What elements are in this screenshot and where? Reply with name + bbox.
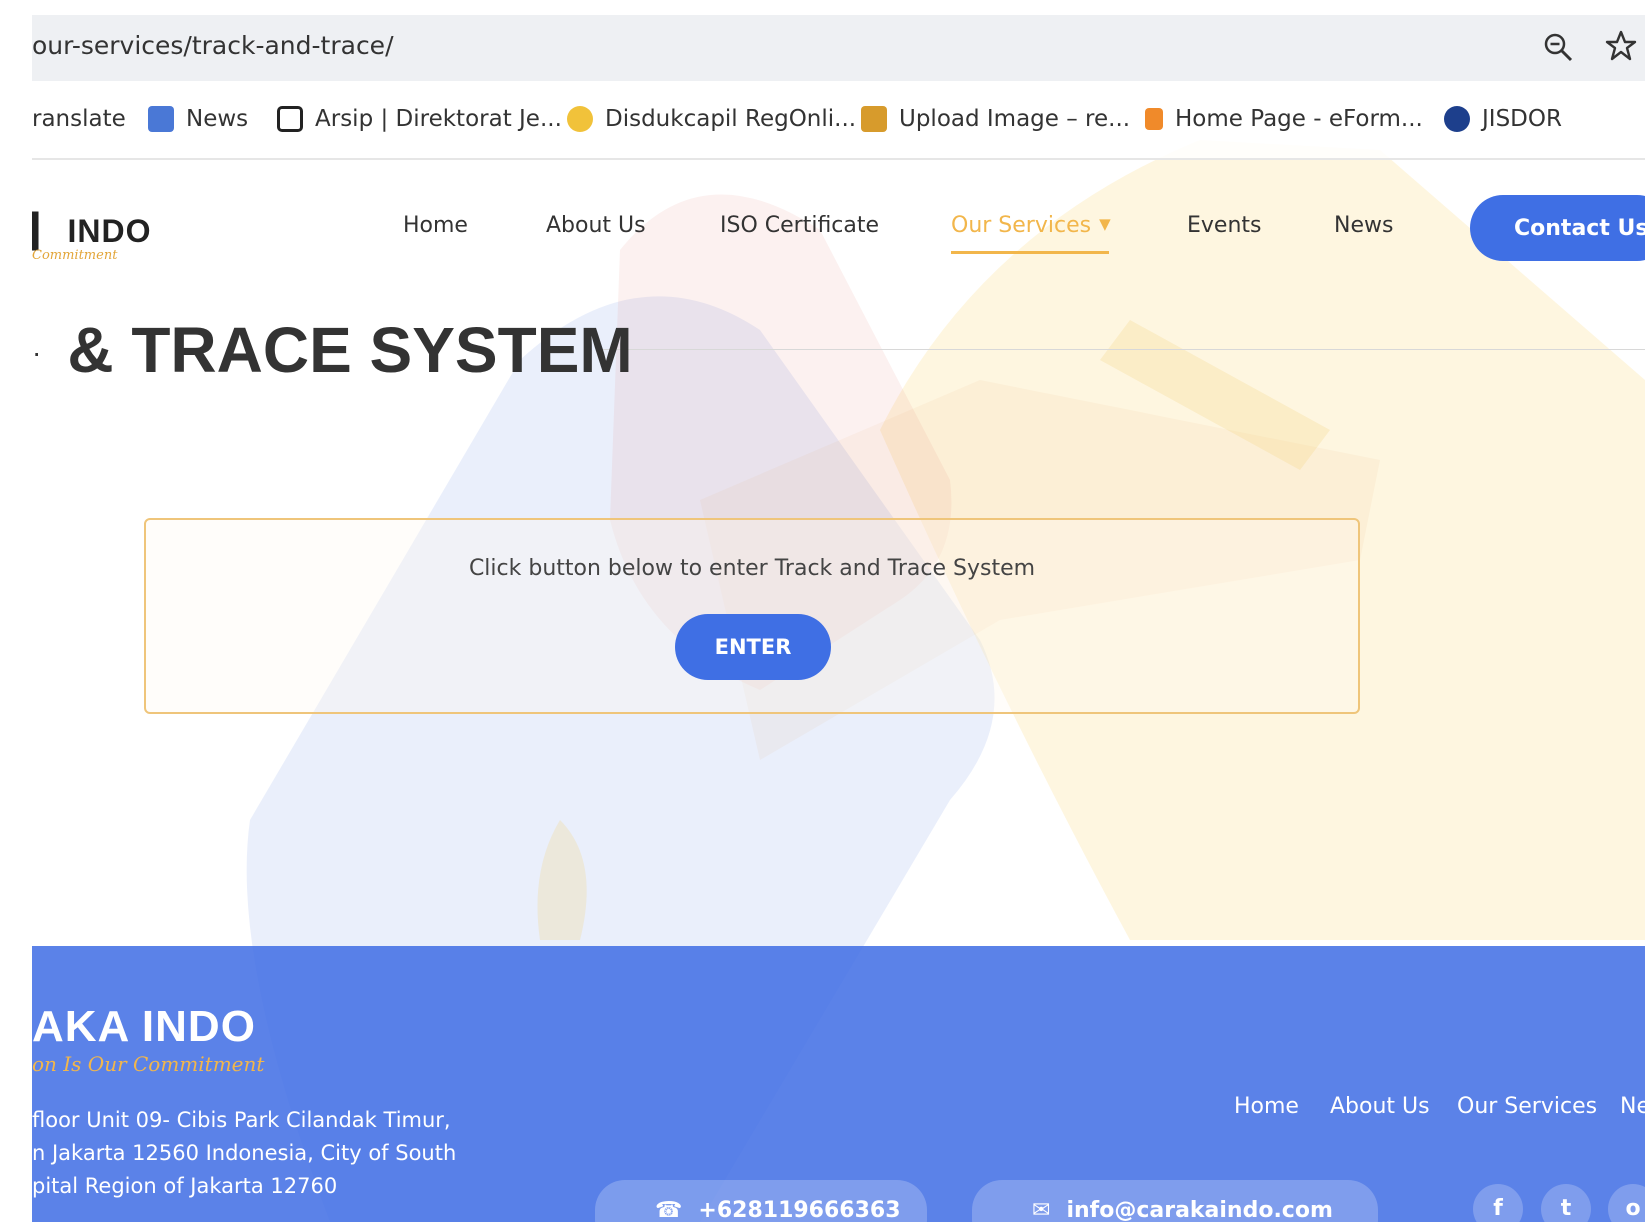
bookmark-disdukcapil[interactable]: Disdukcapil RegOnli... — [567, 106, 856, 132]
nav-news[interactable]: News — [1334, 213, 1393, 238]
bookmark-label: Upload Image – re... — [899, 106, 1131, 132]
nav-events[interactable]: Events — [1187, 213, 1262, 238]
url-text[interactable]: our-services/track-and-trace/ — [32, 31, 394, 60]
nav-home[interactable]: Home — [403, 213, 468, 238]
address-line: n Jakarta 12560 Indonesia, City of South — [32, 1141, 457, 1165]
bookmark-arsip[interactable]: Arsip | Direktorat Je... — [277, 106, 562, 132]
title-divider — [600, 349, 1645, 350]
site-footer: AKA INDO on Is Our Commitment floor Unit… — [32, 946, 1645, 1222]
page-title: · & TRACE SYSTEM — [32, 313, 633, 387]
bookmark-label: Disdukcapil RegOnli... — [605, 106, 857, 132]
bookmarks-bar: ranslate News Arsip | Direktorat Je... D… — [32, 90, 1645, 160]
logo-tagline: Commitment — [32, 248, 118, 263]
facebook-icon[interactable]: f — [1473, 1184, 1523, 1222]
archive-icon — [277, 106, 303, 132]
title-crop-mark: · — [32, 337, 42, 368]
footer-link-about-us[interactable]: About Us — [1330, 1094, 1430, 1119]
chevron-down-icon: ▼ — [1099, 215, 1111, 233]
page-title-text: & TRACE SYSTEM — [67, 314, 633, 386]
bookmark-upload-image[interactable]: Upload Image – re... — [861, 106, 1130, 132]
address-line: floor Unit 09- Cibis Park Cilandak Timur… — [32, 1108, 451, 1132]
address-line: pital Region of Jakarta 12760 — [32, 1174, 338, 1198]
contact-us-button[interactable]: Contact Us — [1470, 195, 1645, 261]
site-logo[interactable]: ▎ INDO Commitment — [32, 212, 152, 263]
phone-icon: ☎ — [655, 1198, 683, 1222]
bookmark-label: Home Page - eForm... — [1175, 106, 1423, 132]
bank-icon — [1444, 106, 1470, 132]
footer-link-home[interactable]: Home — [1234, 1094, 1299, 1119]
nav-about-us[interactable]: About Us — [546, 213, 646, 238]
active-nav-underline — [951, 251, 1109, 254]
shield-icon — [567, 106, 593, 132]
form-icon — [1145, 108, 1163, 130]
track-instruction: Click button below to enter Track and Tr… — [468, 556, 1036, 581]
footer-logo-text: AKA INDO — [32, 1002, 256, 1051]
upload-icon — [861, 106, 887, 132]
logo-text: ▎ INDO — [32, 213, 152, 249]
address-bar[interactable]: our-services/track-and-trace/ — [32, 15, 1645, 81]
news-icon — [148, 106, 174, 132]
track-trace-panel: Click button below to enter Track and Tr… — [144, 518, 1360, 714]
bookmark-translate[interactable]: ranslate — [32, 106, 126, 132]
bookmark-label: ranslate — [32, 106, 126, 132]
bookmark-news[interactable]: News — [148, 106, 248, 132]
enter-button[interactable]: ENTER — [675, 614, 831, 680]
zoom-icon[interactable] — [1542, 31, 1574, 63]
bookmark-label: JISDOR — [1482, 106, 1562, 132]
bookmark-label: News — [186, 106, 249, 132]
footer-logo-tagline: on Is Our Commitment — [32, 1052, 265, 1076]
bookmark-label: Arsip | Direktorat Je... — [315, 106, 562, 132]
nav-our-services[interactable]: Our Services ▼ — [951, 213, 1111, 238]
footer-link-news[interactable]: Ne — [1620, 1094, 1645, 1119]
twitter-icon[interactable]: t — [1541, 1184, 1591, 1222]
footer-address: floor Unit 09- Cibis Park Cilandak Timur… — [32, 1104, 532, 1203]
nav-our-services-label: Our Services — [951, 213, 1092, 238]
footer-phone: +628119666363 — [698, 1198, 901, 1222]
left-crop-strip — [0, 0, 32, 1222]
bookmark-eform[interactable]: Home Page - eForm... — [1145, 106, 1423, 132]
instagram-icon[interactable]: o — [1608, 1184, 1645, 1222]
nav-iso-certificate[interactable]: ISO Certificate — [720, 213, 879, 238]
bookmark-jisdor[interactable]: JISDOR — [1444, 106, 1562, 132]
footer-phone-pill[interactable]: ☎ +628119666363 — [595, 1180, 927, 1222]
footer-email-pill[interactable]: ✉ info@carakaindo.com — [972, 1180, 1378, 1222]
footer-email: info@carakaindo.com — [1066, 1198, 1333, 1222]
mail-icon: ✉ — [1032, 1198, 1051, 1222]
bookmark-star-icon[interactable] — [1604, 29, 1638, 63]
footer-link-our-services[interactable]: Our Services — [1457, 1094, 1597, 1119]
